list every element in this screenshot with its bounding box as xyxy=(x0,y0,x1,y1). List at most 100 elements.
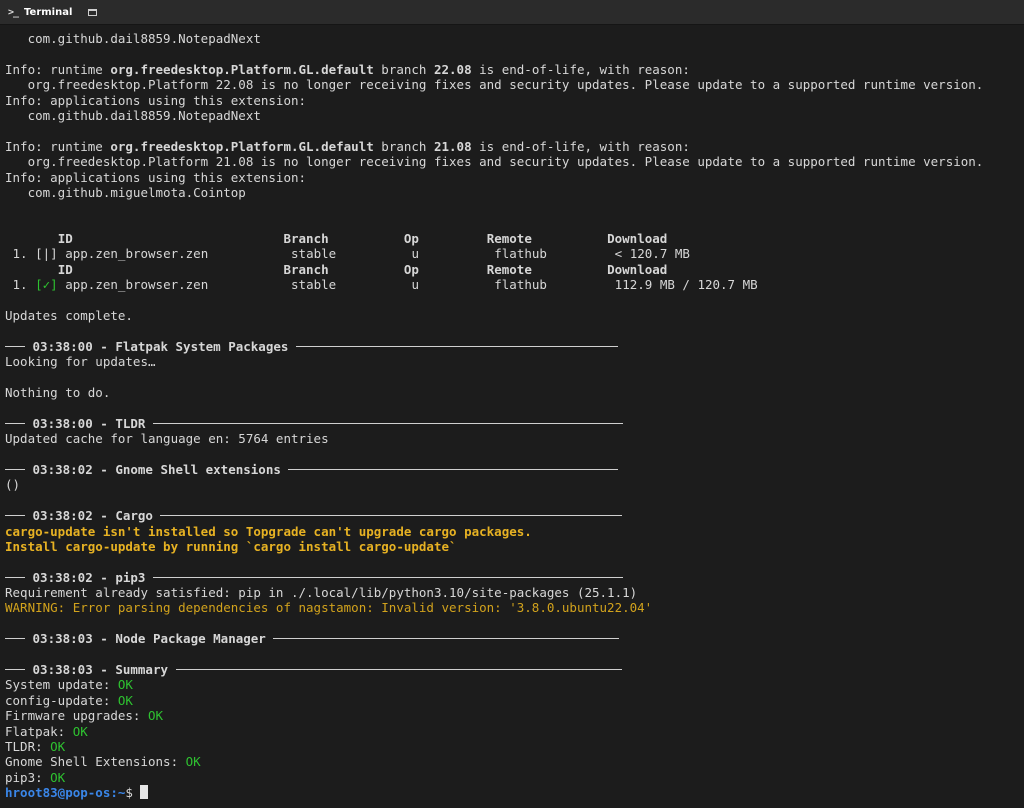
tab-title: Terminal xyxy=(24,6,73,18)
output-line: org.freedesktop.Platform 22.08 is no lon… xyxy=(5,77,984,93)
section-title: 03:38:02 - Gnome Shell extensions xyxy=(32,461,281,477)
status-ok: OK xyxy=(50,738,66,754)
runtime-name: org.freedesktop.Platform.GL.default xyxy=(110,138,374,154)
summary-row: System update: OK xyxy=(5,677,1024,692)
terminal-icon: >_ xyxy=(8,6,19,18)
warning-line: WARNING: Error parsing dependencies of n… xyxy=(5,600,653,616)
summary-label: Gnome Shell Extensions: xyxy=(5,754,186,770)
table-header: ID Branch Op Remote Download xyxy=(5,262,1024,277)
summary-label: TLDR: xyxy=(5,738,51,754)
section-header: 03:38:02 - pip3 xyxy=(5,570,1024,585)
prompt-user-host: hroot83@pop-os xyxy=(5,785,111,801)
row-remote: flathub xyxy=(494,246,547,262)
output-line: com.github.miguelmota.Cointop xyxy=(5,184,246,200)
section-rule xyxy=(5,515,25,517)
row-remote: flathub xyxy=(494,277,547,293)
section-rule xyxy=(175,669,622,671)
warning-line: Install cargo-update by running `cargo i… xyxy=(5,538,457,554)
output-line: com.github.dail8859.NotepadNext xyxy=(5,31,261,46)
row-id: app.zen_browser.zen xyxy=(65,277,209,293)
row-num: 1. xyxy=(12,277,28,293)
section-rule xyxy=(5,345,25,347)
text-cursor[interactable] xyxy=(140,785,149,800)
output-line: Requirement already satisfied: pip in ./… xyxy=(5,585,638,601)
status-ok: OK xyxy=(148,708,164,724)
col-download: Download xyxy=(607,231,668,247)
output-line: Info: applications using this extension: xyxy=(5,92,307,108)
output-text: Info: runtime xyxy=(5,138,111,154)
tab-bar: >_ Terminal xyxy=(0,0,1024,25)
output-text: branch xyxy=(373,61,434,77)
col-branch: Branch xyxy=(283,261,329,277)
row-download: < 120.7 MB xyxy=(614,246,690,262)
status-ok: OK xyxy=(50,769,66,785)
section-header: 03:38:03 - Node Package Manager xyxy=(5,631,1024,646)
summary-row: config-update: OK xyxy=(5,693,1024,708)
table-row: 1. [|] app.zen_browser.zen stable u flat… xyxy=(5,246,1024,261)
prompt-path: :~ xyxy=(110,785,126,801)
section-rule xyxy=(152,422,623,424)
output-line: Info: applications using this extension: xyxy=(5,169,307,185)
summary-label: config-update: xyxy=(5,692,118,708)
output-line: Info: runtime org.freedesktop.Platform.G… xyxy=(5,62,1024,77)
col-remote: Remote xyxy=(486,261,532,277)
row-branch: stable xyxy=(291,246,337,262)
output-text: Info: runtime xyxy=(5,61,111,77)
section-title: 03:38:00 - TLDR xyxy=(32,415,146,431)
row-num: 1. xyxy=(12,246,28,262)
col-op: Op xyxy=(403,261,419,277)
section-header: 03:38:03 - Summary xyxy=(5,662,1024,677)
section-rule xyxy=(5,576,25,578)
section-rule xyxy=(288,468,619,470)
col-op: Op xyxy=(403,231,419,247)
runtime-name: org.freedesktop.Platform.GL.default xyxy=(110,61,374,77)
status-ok: OK xyxy=(117,677,133,693)
row-branch: stable xyxy=(291,277,337,293)
window-icon[interactable] xyxy=(88,8,98,16)
col-id: ID xyxy=(57,261,73,277)
col-id: ID xyxy=(57,231,73,247)
output-line: () xyxy=(5,477,21,493)
output-line: Nothing to do. xyxy=(5,384,111,400)
terminal-output[interactable]: com.github.dail8859.NotepadNext Info: ru… xyxy=(5,31,1024,808)
output-text: branch xyxy=(373,138,434,154)
section-header: 03:38:00 - TLDR xyxy=(5,416,1024,431)
summary-label: System update: xyxy=(5,677,118,693)
status-ok: OK xyxy=(117,692,133,708)
row-op: u xyxy=(411,246,419,262)
section-rule xyxy=(295,345,618,347)
check-icon: [✓] xyxy=(35,277,58,293)
shell-prompt[interactable]: hroot83@pop-os:~$ xyxy=(5,785,1024,800)
col-remote: Remote xyxy=(486,231,532,247)
section-title: 03:38:02 - pip3 xyxy=(32,569,146,585)
row-progress-mark: [|] xyxy=(35,246,58,262)
status-ok: OK xyxy=(185,754,201,770)
section-rule xyxy=(5,468,25,470)
row-download: 112.9 MB / 120.7 MB xyxy=(614,277,758,293)
summary-row: Flatpak: OK xyxy=(5,724,1024,739)
summary-row: TLDR: OK xyxy=(5,739,1024,754)
output-line: Info: runtime org.freedesktop.Platform.G… xyxy=(5,139,1024,154)
tab-terminal[interactable]: >_ Terminal xyxy=(0,0,105,25)
output-line: Looking for updates… xyxy=(5,354,156,370)
section-rule xyxy=(160,515,623,517)
table-row: 1. [✓] app.zen_browser.zen stable u flat… xyxy=(5,277,1024,292)
section-rule xyxy=(5,422,25,424)
summary-row: Gnome Shell Extensions: OK xyxy=(5,754,1024,769)
section-header: 03:38:02 - Gnome Shell extensions xyxy=(5,462,1024,477)
summary-row: pip3: OK xyxy=(5,770,1024,785)
section-title: 03:38:03 - Node Package Manager xyxy=(32,631,266,647)
summary-label: pip3: xyxy=(5,769,51,785)
row-op: u xyxy=(411,277,419,293)
